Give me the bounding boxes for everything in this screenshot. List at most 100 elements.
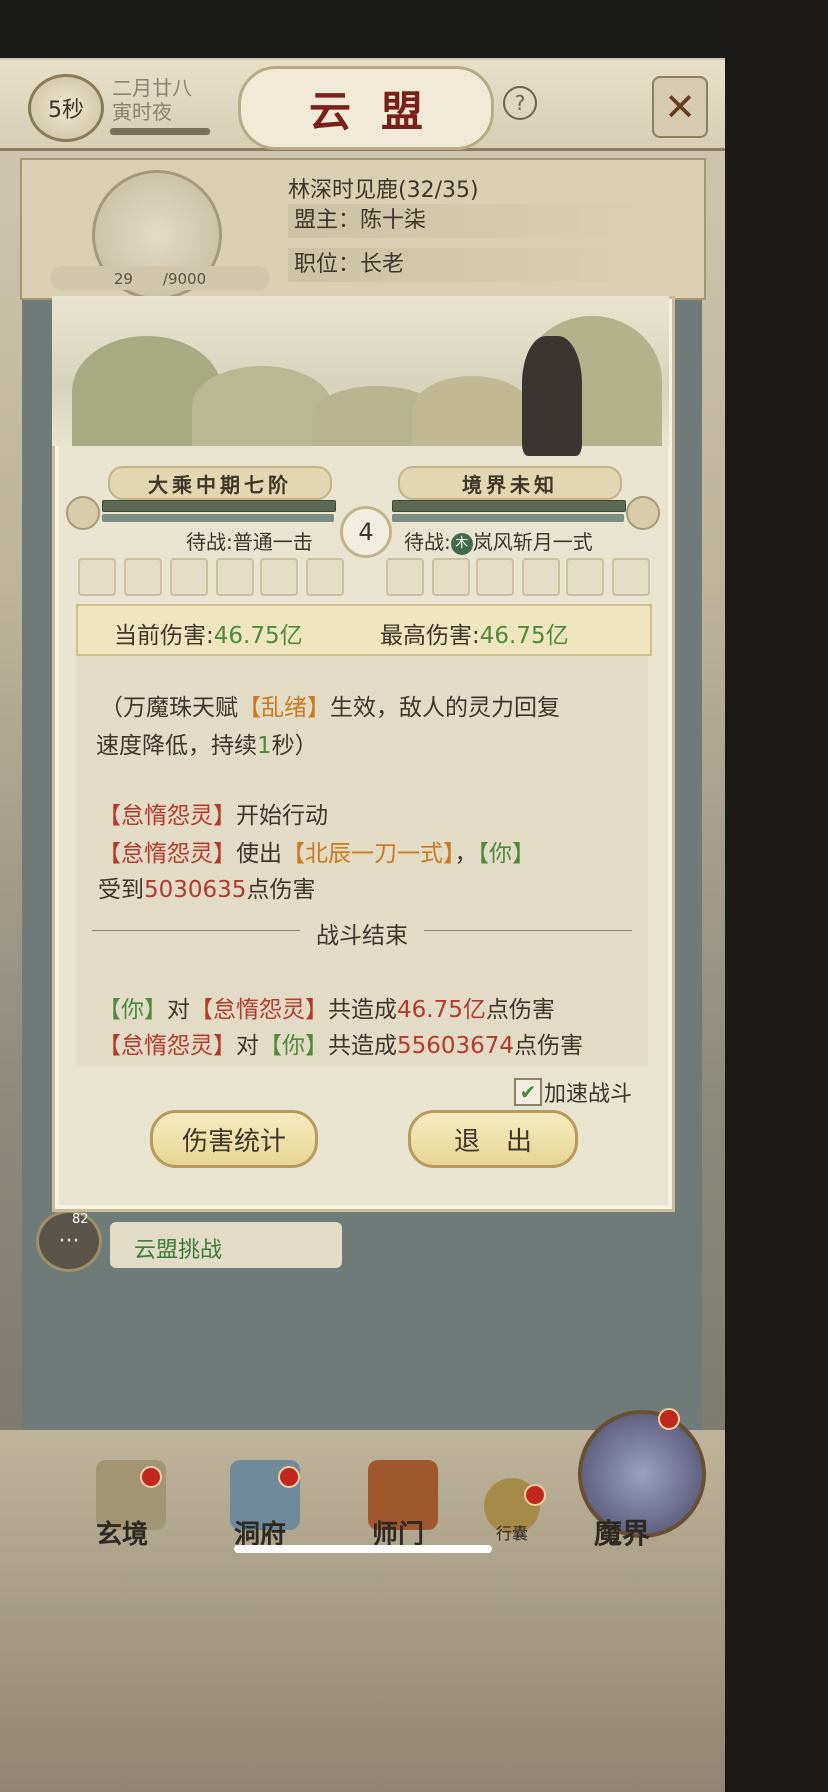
- player-mp-bar: [102, 514, 334, 522]
- enemy-buff-slot: [522, 558, 560, 596]
- close-button[interactable]: ✕: [652, 76, 708, 138]
- enemy-figure: [522, 336, 582, 456]
- title-banner: 云盟: [238, 66, 494, 150]
- enemy-wait-prefix: 待战:: [404, 530, 451, 554]
- guild-name: 林深时见鹿(32/35): [288, 178, 479, 203]
- battle-end-label: 战斗结束: [300, 916, 424, 950]
- chat-label: 云盟挑战: [134, 1238, 223, 1263]
- log-talent: 【乱绪】: [238, 695, 330, 721]
- enemy-avatar-icon: [626, 496, 660, 530]
- enemy-wait-action: 待战: 木岚风斩月一式: [404, 526, 593, 555]
- log-text: 对: [167, 997, 190, 1023]
- nav-xuanjing[interactable]: 玄境: [96, 1514, 148, 1551]
- log-enemy: 【怠惰怨灵】: [190, 997, 328, 1023]
- status-band: [0, 0, 725, 58]
- notification-dot: [278, 1466, 300, 1488]
- close-icon: ✕: [664, 85, 696, 129]
- chat-button[interactable]: ···: [36, 1210, 102, 1272]
- guild-position: 职位：长老: [288, 248, 654, 282]
- wood-element-icon: 木: [450, 532, 473, 555]
- log-text: 点伤害: [485, 997, 555, 1023]
- player-wait-skill: 普通一击: [232, 530, 313, 554]
- enemy-buff-slot: [386, 558, 424, 596]
- log-text: 生效，敌人的灵力回复: [330, 695, 560, 721]
- player-buff-slot: [78, 558, 116, 596]
- exit-button[interactable]: 退 出: [408, 1110, 578, 1168]
- log-text: 对: [236, 1033, 259, 1059]
- log-line: （万魔珠天赋【乱绪】生效，敌人的灵力回复: [100, 688, 560, 722]
- player-avatar-icon: [66, 496, 100, 530]
- speedup-label[interactable]: 加速战斗: [544, 1076, 632, 1108]
- log-text: 共造成: [328, 1033, 397, 1059]
- notification-dot: [140, 1466, 162, 1488]
- guild-exp-text: 29 /9000: [113, 269, 207, 288]
- log-text: ，: [454, 841, 478, 867]
- help-button[interactable]: ?: [503, 86, 537, 120]
- time-of-day-text: 寅时夜: [112, 100, 172, 124]
- question-icon: ?: [514, 91, 526, 115]
- log-skill: 【北辰一刀一式】: [282, 841, 455, 867]
- player-buff-slot: [306, 558, 344, 596]
- checkmark-icon: ✔: [519, 1080, 537, 1104]
- log-enemy: 【怠惰怨灵】: [98, 841, 236, 867]
- time-progress-bar: [110, 128, 210, 135]
- log-line: 【怠惰怨灵】使出【北辰一刀一式】，【你】: [98, 834, 535, 868]
- nav-xingnang[interactable]: 行囊: [496, 1520, 528, 1544]
- enemy-buff-slot: [612, 558, 650, 596]
- enemy-buff-slot: [476, 558, 514, 596]
- damage-stats-label: 伤害统计: [181, 1126, 286, 1157]
- damage-summary: 当前伤害:46.75亿 最高伤害:46.75亿: [76, 604, 652, 656]
- log-text: 点伤害: [246, 877, 316, 903]
- log-duration: 1: [257, 733, 272, 759]
- enemy-buff-slot: [566, 558, 604, 596]
- timer-badge: 5秒: [28, 74, 104, 142]
- log-line: 受到5030635点伤害: [98, 870, 315, 904]
- log-text: 点伤害: [514, 1033, 584, 1059]
- notification-dot: [658, 1408, 680, 1430]
- landscape-illustration: [52, 296, 669, 456]
- round-counter: 4: [340, 506, 392, 558]
- enemy-realm: 境界未知: [462, 472, 558, 497]
- log-text: 速度降低，持续: [96, 733, 257, 759]
- speedup-checkbox[interactable]: ✔: [514, 1078, 542, 1106]
- damage-stats-button[interactable]: 伤害统计: [150, 1110, 318, 1168]
- player-realm-tag: 大乘中期七阶: [108, 466, 332, 500]
- log-line: 速度降低，持续1秒）: [96, 726, 318, 760]
- enemy-mp-bar: [392, 514, 624, 522]
- mountain: [412, 376, 532, 446]
- log-line: 【怠惰怨灵】开始行动: [98, 796, 328, 830]
- log-damage: 55603674: [397, 1033, 515, 1059]
- current-damage: 当前伤害:46.75亿: [114, 616, 303, 650]
- mountain: [192, 366, 332, 446]
- log-damage: 46.75亿: [397, 997, 486, 1023]
- max-damage-label: 最高伤害:: [380, 623, 480, 649]
- log-text: 开始行动: [236, 803, 328, 829]
- log-damage: 5030635: [144, 877, 247, 903]
- log-text: 秒）: [271, 733, 318, 759]
- home-indicator: [234, 1545, 492, 1553]
- nav-mojie[interactable]: 魔界: [594, 1512, 650, 1552]
- enemy-realm-tag: 境界未知: [398, 466, 622, 500]
- player-wait-prefix: 待战:: [186, 530, 233, 554]
- enemy-wait-skill: 岚风斩月一式: [472, 530, 593, 554]
- date-text: 二月廿八: [112, 76, 192, 100]
- player-wait-action: 待战:普通一击: [186, 526, 313, 555]
- chat-icon: ···: [58, 1228, 80, 1254]
- player-hp-bar: [102, 500, 336, 512]
- guild-exp-bar: 29 /9000: [50, 266, 270, 290]
- max-damage: 最高伤害:46.75亿: [380, 616, 569, 650]
- chat-count: 82: [72, 1212, 89, 1227]
- player-buff-slot: [170, 558, 208, 596]
- round-number: 4: [358, 518, 374, 546]
- player-buff-slot: [216, 558, 254, 596]
- log-line: 【怠惰怨灵】对【你】共造成55603674点伤害: [98, 1026, 583, 1060]
- enemy-hp-bar: [392, 500, 626, 512]
- log-player: 【你】: [259, 1033, 328, 1059]
- current-damage-label: 当前伤害:: [114, 623, 214, 649]
- date-display: 二月廿八 寅时夜: [112, 76, 192, 124]
- log-text: 使出: [236, 841, 282, 867]
- log-text: 共造成: [328, 997, 397, 1023]
- max-damage-value: 46.75亿: [479, 623, 569, 649]
- current-damage-value: 46.75亿: [213, 623, 303, 649]
- notification-dot: [524, 1484, 546, 1506]
